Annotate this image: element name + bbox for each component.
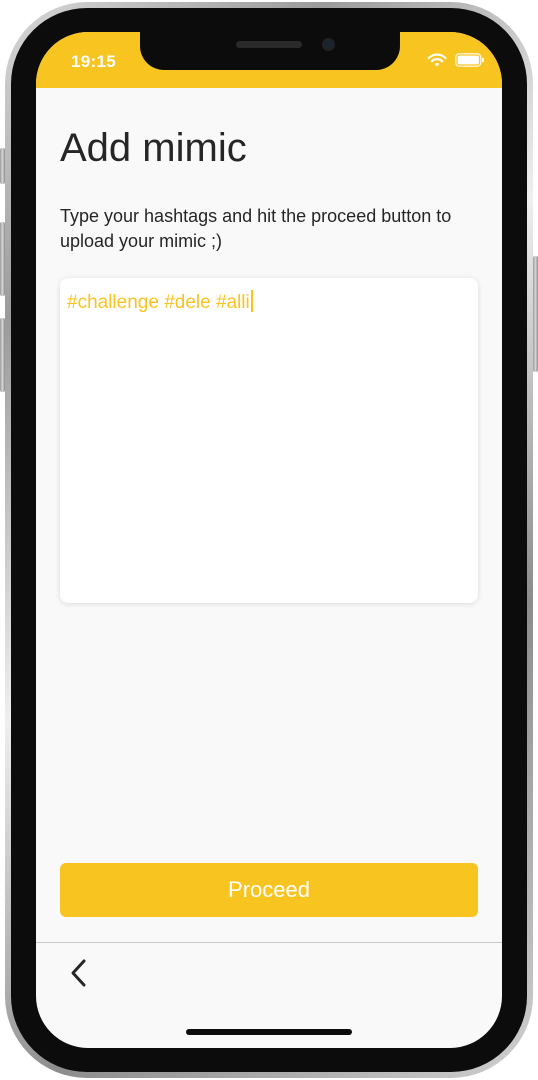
app-screen: 19:15 Add mimic Type your hashtags and h… <box>36 32 502 1048</box>
bottom-bar-divider <box>36 942 502 943</box>
hashtag-input-value: #challenge #dele #alli <box>67 290 253 314</box>
battery-icon <box>455 53 484 67</box>
speaker-grille <box>236 41 302 48</box>
power-button <box>533 256 538 372</box>
home-indicator[interactable] <box>186 1029 352 1035</box>
device-frame: 19:15 Add mimic Type your hashtags and h… <box>0 0 538 1080</box>
wifi-icon <box>427 53 447 67</box>
page-description: Type your hashtags and hit the proceed b… <box>60 206 452 251</box>
back-button[interactable] <box>64 956 94 990</box>
hashtag-input-text: #challenge #dele #alli <box>67 292 250 313</box>
chevron-left-icon <box>71 959 86 987</box>
proceed-button[interactable]: Proceed <box>60 863 478 917</box>
notch <box>140 32 400 70</box>
front-camera <box>322 38 335 51</box>
page-title: Add mimic <box>60 126 247 170</box>
hashtag-input[interactable]: #challenge #dele #alli <box>60 278 478 603</box>
text-cursor <box>250 290 253 312</box>
status-time: 19:15 <box>71 52 116 71</box>
